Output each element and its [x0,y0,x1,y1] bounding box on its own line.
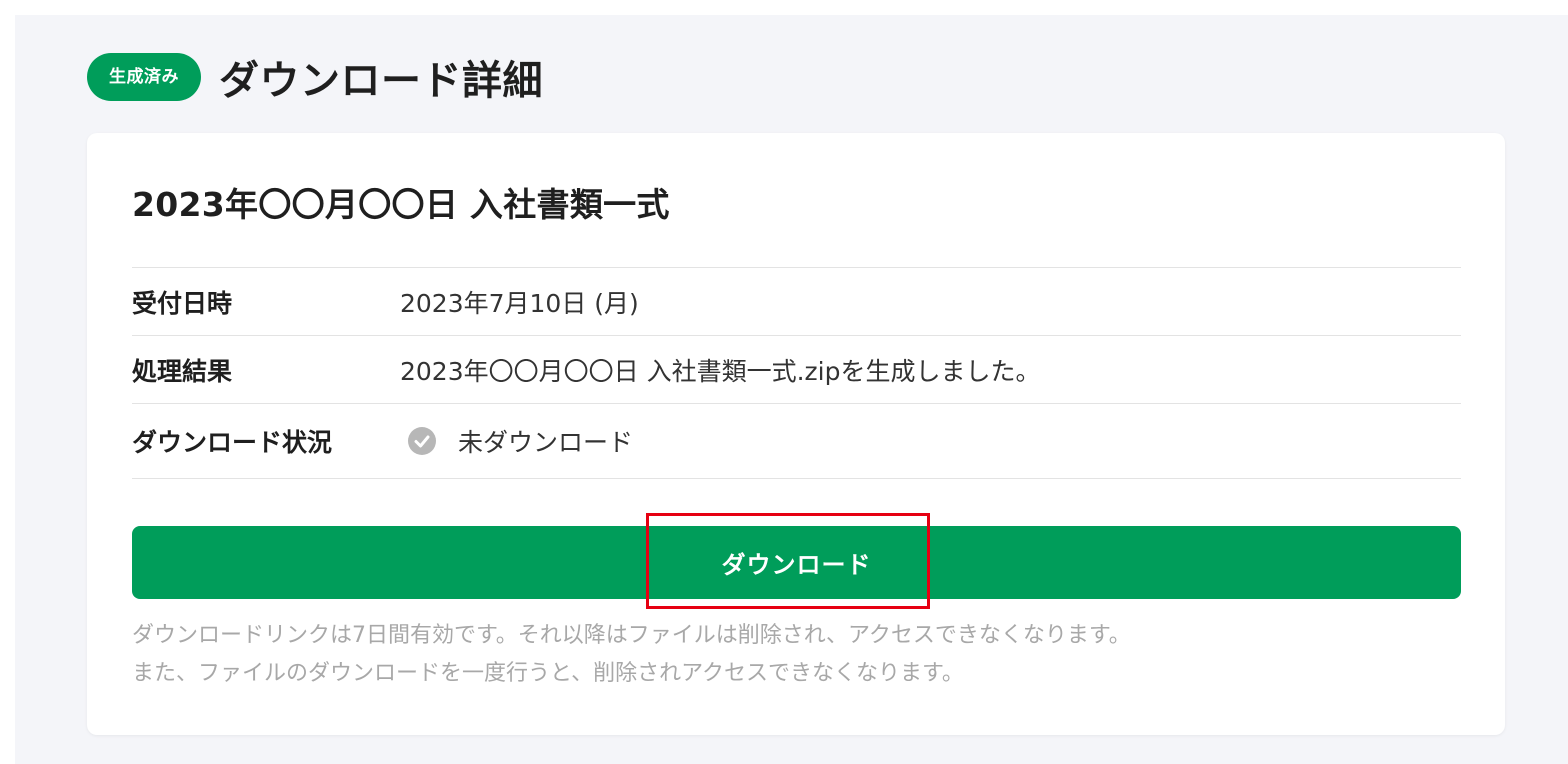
info-label: 処理結果 [132,356,233,386]
highlight-box [646,513,930,609]
info-row-result: 処理結果 2023年〇〇月〇〇日 入社書類一式.zipを生成しました。 [132,336,1461,404]
info-row-received-date: 受付日時 2023年7月10日 (月) [132,268,1461,336]
download-status-text: 未ダウンロード [458,428,634,457]
note-line: ダウンロードリンクは7日間有効です。それ以降はファイルは削除され、アクセスできな… [132,623,1131,648]
card-title: 2023年〇〇月〇〇日 入社書類一式 [132,185,670,224]
notes: ダウンロードリンクは7日間有効です。それ以降はファイルは削除され、アクセスできな… [132,617,1131,693]
download-detail-card: 2023年〇〇月〇〇日 入社書類一式 受付日時 2023年7月10日 (月) 処… [87,133,1505,735]
check-circle-icon [408,427,436,455]
info-value: 未ダウンロード [400,423,633,459]
info-value: 2023年7月10日 (月) [400,288,639,318]
info-table: 受付日時 2023年7月10日 (月) 処理結果 2023年〇〇月〇〇日 入社書… [132,267,1461,479]
status-badge: 生成済み [87,53,201,101]
info-row-download-status: ダウンロード状況 未ダウンロード [132,404,1461,479]
info-value: 2023年〇〇月〇〇日 入社書類一式.zipを生成しました。 [400,356,1041,386]
note-line: また、ファイルのダウンロードを一度行うと、削除されアクセスできなくなります。 [132,661,964,686]
info-label: ダウンロード状況 [132,428,333,457]
page-header: 生成済み ダウンロード詳細 [87,52,543,104]
info-label: 受付日時 [132,288,233,318]
page-title: ダウンロード詳細 [219,58,543,104]
